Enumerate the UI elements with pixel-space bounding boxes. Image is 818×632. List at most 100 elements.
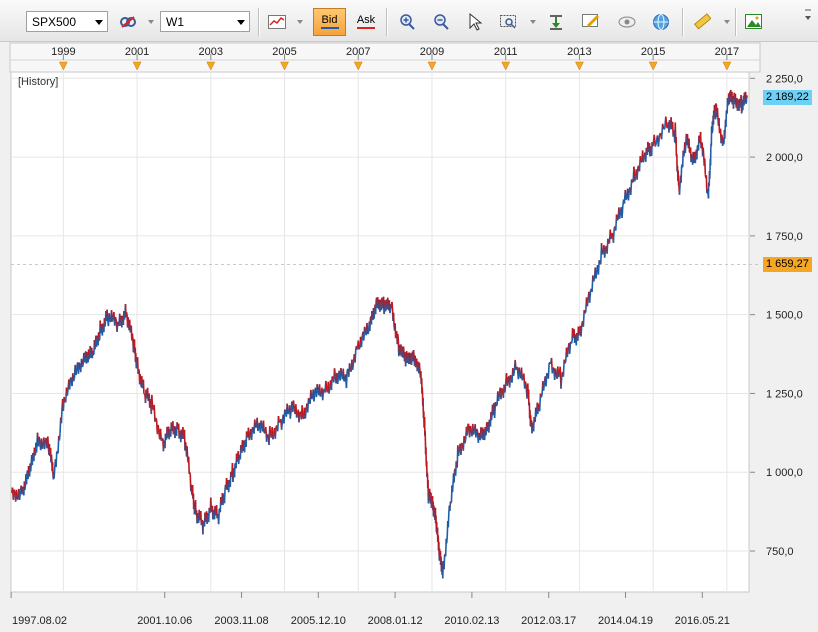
price-segment — [248, 434, 251, 441]
price-segment — [360, 337, 363, 348]
year-label: 2011 — [494, 46, 518, 58]
price-segment — [196, 513, 199, 516]
price-segment — [475, 428, 479, 432]
price-segment — [272, 434, 275, 440]
price-segment — [319, 393, 322, 397]
price-segment — [688, 138, 691, 153]
price-segment — [25, 472, 28, 485]
price-segment — [367, 332, 370, 335]
price-segment — [557, 373, 561, 378]
price-segment — [345, 370, 348, 389]
price-segment — [736, 105, 739, 111]
price-segment — [636, 166, 639, 180]
price-segment — [184, 442, 187, 447]
price-segment — [257, 426, 260, 432]
price-segment — [418, 362, 421, 371]
price-segment — [68, 378, 72, 390]
price-segment — [391, 301, 394, 309]
price-segment — [670, 117, 673, 128]
price-segment — [289, 410, 292, 419]
price-segment — [369, 318, 372, 331]
year-label: 2005 — [272, 46, 296, 58]
price-segment — [703, 158, 707, 175]
y-tick-label: 2 250,0 — [766, 73, 803, 85]
price-segment — [24, 484, 27, 490]
y-tick-label: 1 750,0 — [766, 231, 803, 243]
plot-area — [10, 71, 750, 593]
year-label: 2001 — [125, 46, 149, 58]
price-segment — [35, 442, 38, 453]
price-segment — [29, 463, 33, 472]
price-segment — [495, 404, 498, 407]
price-segment — [566, 349, 569, 358]
price-segment — [60, 407, 63, 424]
price-segment — [546, 372, 549, 375]
price-segment — [633, 176, 637, 182]
price-segment — [306, 398, 310, 413]
price-segment — [250, 427, 254, 440]
year-label: 2013 — [567, 46, 591, 58]
price-segment — [336, 374, 340, 385]
price-segment — [460, 442, 464, 446]
history-label: [History] — [18, 76, 59, 88]
price-segment — [718, 118, 721, 134]
price-segment — [66, 389, 69, 396]
price-segment — [598, 259, 601, 263]
price-segment — [72, 378, 76, 382]
price-segment — [482, 429, 485, 433]
price-segment — [447, 512, 450, 528]
price-segment — [151, 394, 154, 408]
price-segment — [333, 368, 337, 377]
price-segment — [310, 389, 313, 400]
price-segment — [551, 367, 554, 374]
price-segment — [15, 489, 19, 500]
price-segment — [612, 228, 615, 243]
price-segment — [720, 134, 723, 137]
price-segment — [738, 98, 741, 101]
price-segment — [597, 260, 600, 275]
price-segment — [412, 349, 415, 357]
price-segment — [621, 205, 624, 219]
price-segment — [242, 448, 245, 452]
price-segment — [358, 347, 361, 350]
year-label: 2009 — [420, 46, 444, 58]
price-segment — [217, 508, 221, 525]
price-segment — [354, 347, 357, 363]
price-segment — [43, 439, 47, 450]
price-segment — [684, 144, 687, 153]
price-segment — [292, 400, 296, 409]
price-segment — [586, 298, 589, 307]
y-tick-label: 1 000,0 — [766, 467, 803, 479]
price-segment — [404, 358, 407, 367]
price-segment — [168, 429, 172, 432]
date-label: 2003.11.08 — [214, 615, 268, 627]
price-segment — [143, 393, 146, 396]
price-segment — [284, 409, 287, 413]
price-segment — [216, 513, 219, 517]
crosshair-price-badge: 1 659,27 — [763, 257, 812, 273]
price-segment — [512, 370, 516, 377]
price-segment — [206, 515, 209, 524]
price-segment — [137, 369, 140, 372]
bottom-date-axis: 1997.08.02 2001.10.06 2003.11.08 2005.12.10… — [10, 592, 730, 627]
price-segment — [407, 352, 410, 355]
price-segment — [274, 426, 277, 439]
price-segment — [98, 339, 101, 342]
price-segment — [348, 363, 352, 371]
price-segment — [245, 431, 248, 436]
year-label: 2007 — [346, 46, 370, 58]
price-segment — [518, 367, 521, 375]
price-chart[interactable]: 1999 2001 2003 2005 2007 2009 2011 2013 2015 2017… — [0, 0, 818, 632]
price-segment — [166, 431, 169, 438]
price-segment — [123, 315, 126, 320]
price-segment — [237, 457, 241, 465]
price-segment — [139, 374, 142, 382]
price-segment — [81, 364, 84, 368]
price-segment — [389, 310, 392, 314]
price-segment — [445, 535, 449, 544]
price-segment — [325, 380, 328, 390]
price-segment — [75, 367, 78, 376]
price-segment — [232, 474, 235, 483]
price-segment — [639, 155, 642, 163]
price-segment — [277, 415, 281, 423]
